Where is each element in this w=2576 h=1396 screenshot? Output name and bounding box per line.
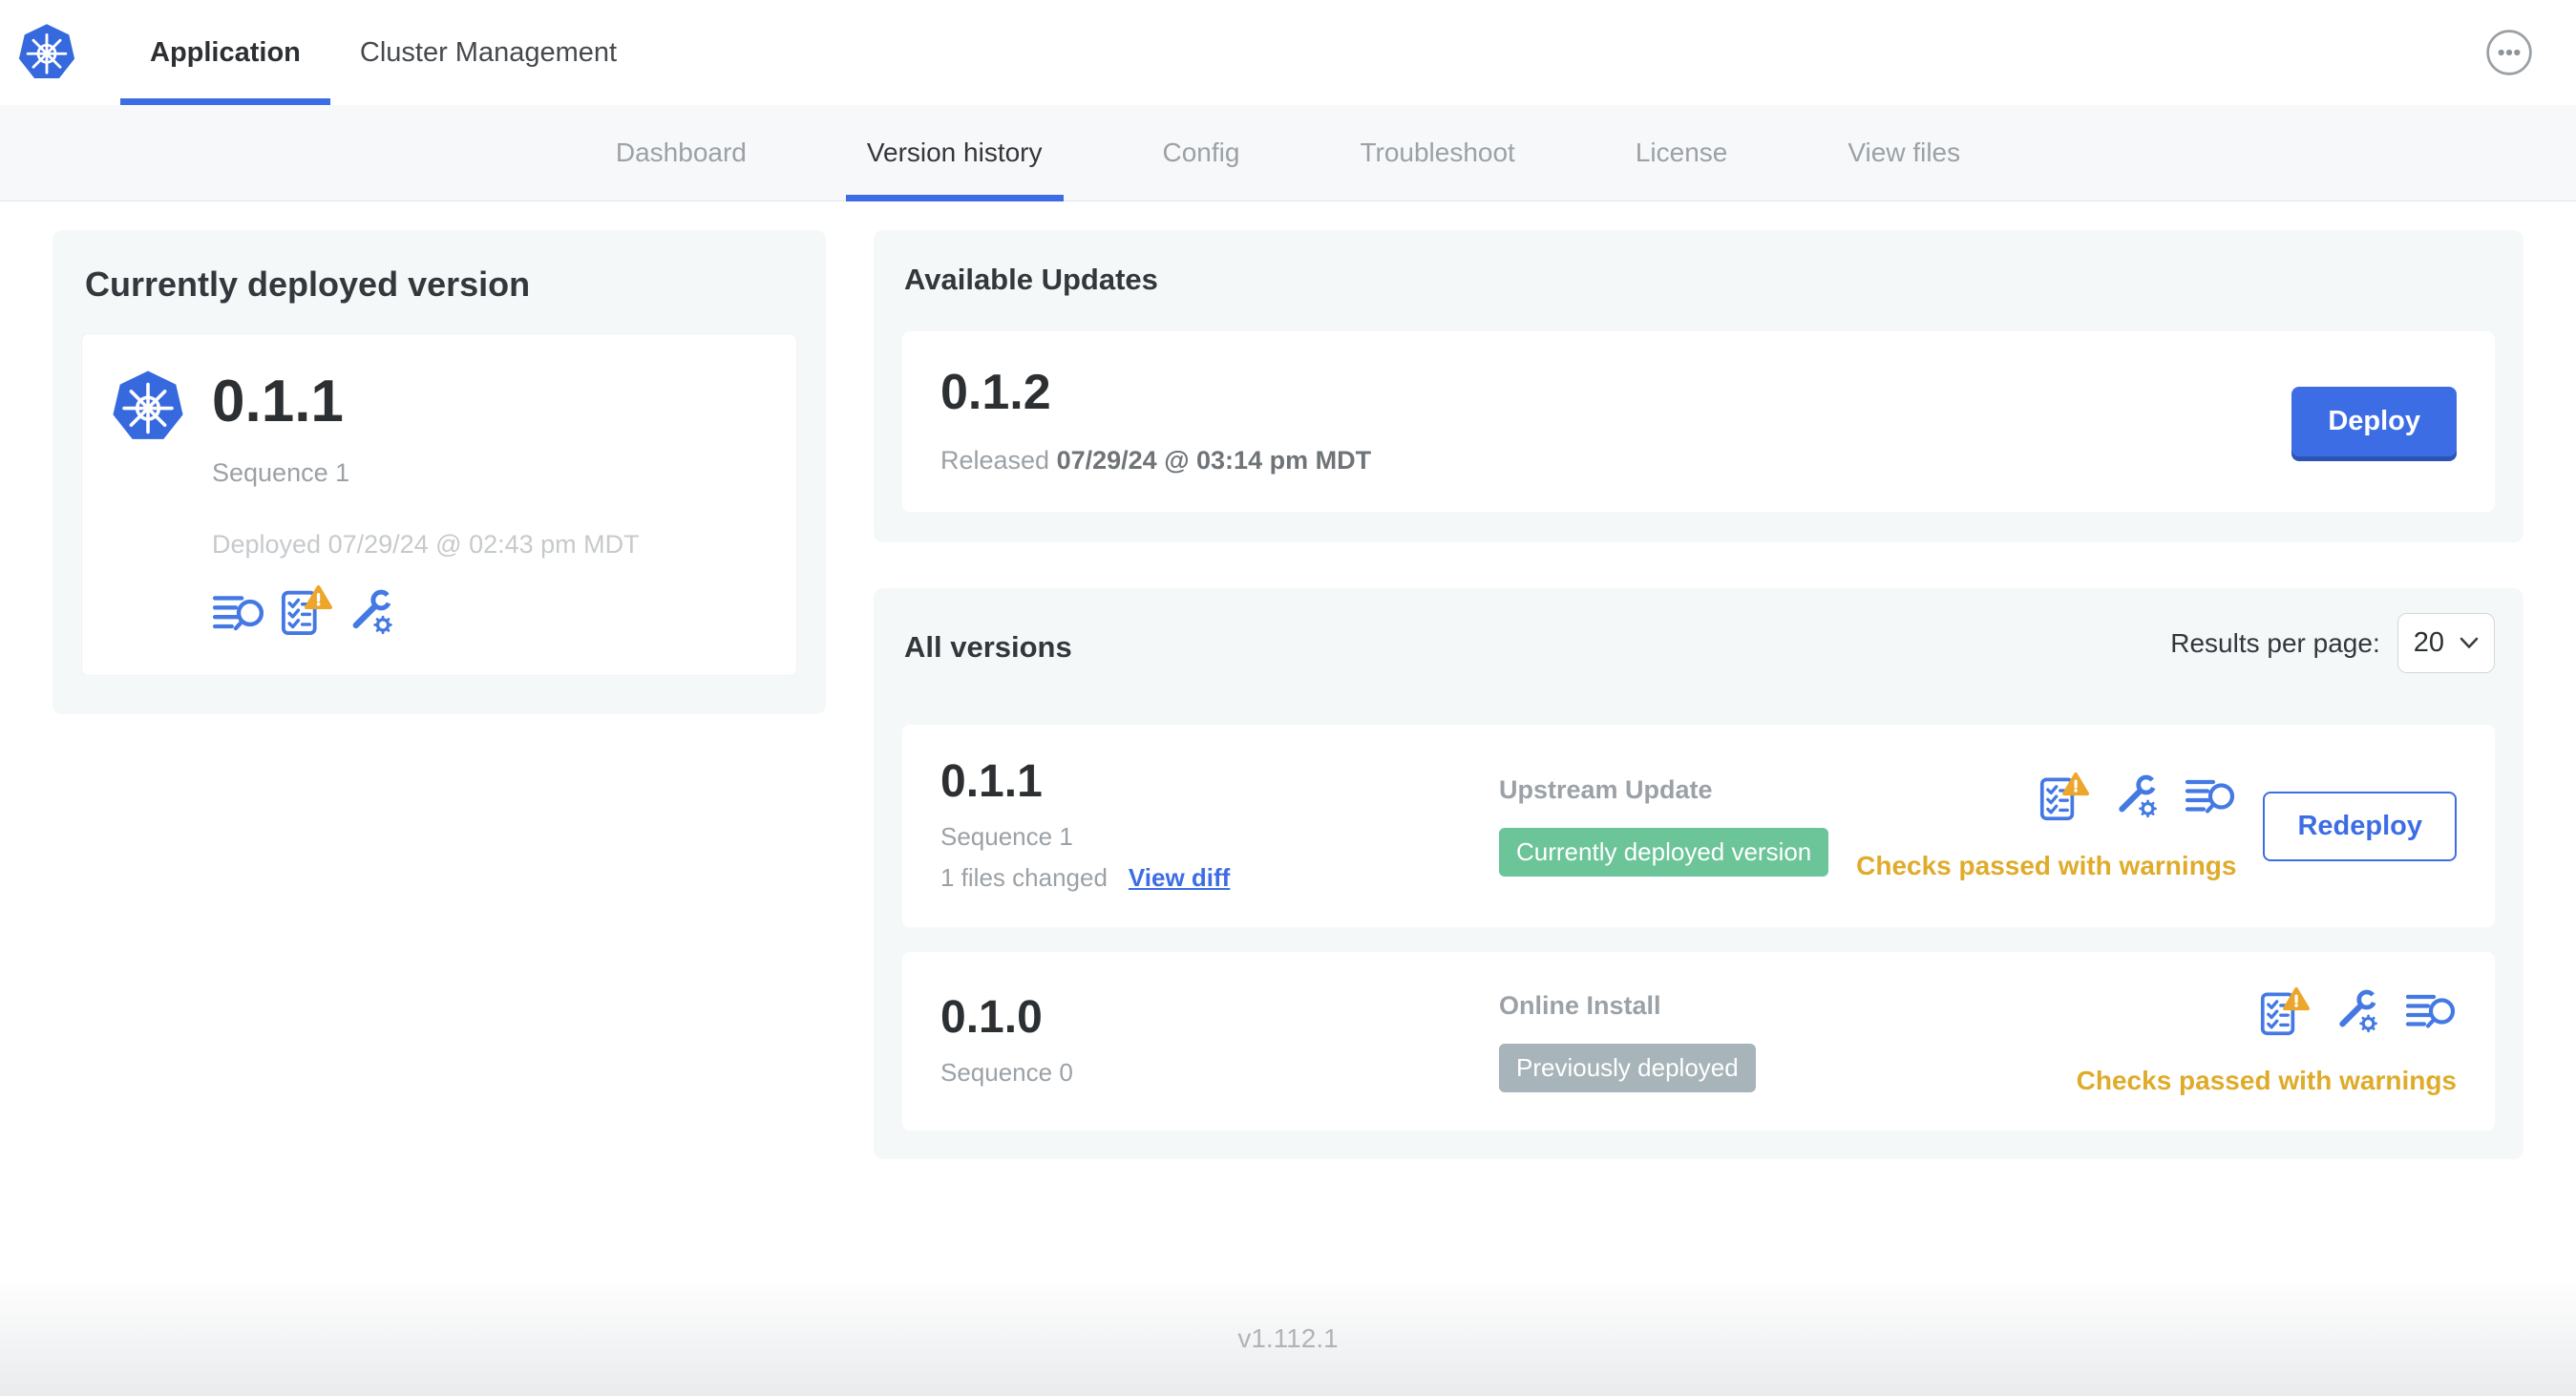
top-bar: Application Cluster Management	[0, 0, 2576, 105]
deploy-button[interactable]: Deploy	[2291, 387, 2457, 456]
version-row: 0.1.1 Sequence 1 1 files changed View di…	[902, 725, 2495, 927]
subnav-dashboard[interactable]: Dashboard	[556, 105, 807, 201]
results-per-page-label: Results per page:	[2170, 627, 2380, 658]
diff-logs-icon[interactable]	[2185, 774, 2236, 823]
currently-deployed-card: Currently deployed version 0.1.1 Sequenc…	[53, 230, 826, 714]
tab-application[interactable]: Application	[120, 0, 330, 105]
top-tab-bar: Application Cluster Management	[120, 0, 646, 105]
kubernetes-logo-icon	[17, 22, 76, 83]
chevron-down-icon	[2460, 637, 2479, 648]
subnav-view-files-label: View files	[1848, 137, 1961, 167]
available-updates-title: Available Updates	[904, 263, 1158, 296]
all-versions-card: All versions Results per page: 20 0.1.1 …	[874, 588, 2523, 1159]
deployment-status-badge: Previously deployed	[1499, 1043, 1756, 1092]
currently-deployed-title: Currently deployed version	[85, 264, 531, 304]
row-source-label: Upstream Update	[1499, 775, 1713, 804]
results-per-page-select[interactable]: 20	[2397, 613, 2495, 673]
ellipsis-menu-button[interactable]	[2484, 28, 2534, 77]
current-version-deployed-timestamp: Deployed 07/29/24 @ 02:43 pm MDT	[212, 530, 640, 559]
view-diff-link[interactable]: View diff	[1129, 863, 1230, 893]
config-icon[interactable]	[2114, 773, 2160, 824]
subnav-troubleshoot[interactable]: Troubleshoot	[1299, 105, 1574, 201]
currently-deployed-inner-card: 0.1.1 Sequence 1 Deployed 07/29/24 @ 02:…	[81, 333, 797, 676]
app-sub-nav: Dashboard Version history Config Trouble…	[0, 105, 2576, 201]
released-date: 07/29/24 @ 03:14 pm MDT	[1056, 446, 1372, 475]
tab-cluster-management-label: Cluster Management	[359, 36, 618, 68]
console-version: v1.112.1	[1237, 1323, 1339, 1353]
subnav-dashboard-label: Dashboard	[615, 137, 747, 167]
app-kubernetes-icon	[111, 369, 185, 445]
update-version-number: 0.1.2	[940, 365, 1051, 420]
subnav-version-history-label: Version history	[866, 137, 1043, 167]
all-versions-title: All versions	[904, 629, 1072, 664]
subnav-config[interactable]: Config	[1103, 105, 1300, 201]
redeploy-button[interactable]: Redeploy	[2263, 791, 2457, 861]
tab-application-label: Application	[150, 36, 301, 68]
preflight-checks-warning-icon[interactable]	[2260, 986, 2310, 1041]
subnav-license[interactable]: License	[1575, 105, 1788, 201]
right-column: Available Updates 0.1.2 Released 07/29/2…	[874, 230, 2523, 1159]
results-per-page-value: 20	[2413, 627, 2444, 658]
subnav-view-files[interactable]: View files	[1787, 105, 2020, 201]
config-icon[interactable]	[2334, 988, 2380, 1039]
subnav-license-label: License	[1635, 137, 1728, 167]
available-update-row: 0.1.2 Released 07/29/24 @ 03:14 pm MDT D…	[902, 331, 2495, 512]
preflight-checks-warning-icon[interactable]	[281, 584, 333, 641]
config-icon[interactable]	[348, 588, 395, 641]
tab-cluster-management[interactable]: Cluster Management	[330, 0, 646, 105]
subnav-version-history[interactable]: Version history	[807, 105, 1103, 201]
available-updates-card: Available Updates 0.1.2 Released 07/29/2…	[874, 230, 2523, 542]
main-content: Currently deployed version 0.1.1 Sequenc…	[0, 201, 2576, 1283]
footer: v1.112.1	[0, 1283, 2576, 1396]
current-version-number: 0.1.1	[212, 369, 344, 434]
row-version-number: 0.1.0	[940, 992, 1043, 1043]
subnav-config-label: Config	[1162, 137, 1240, 167]
deployment-status-badge: Currently deployed version	[1499, 828, 1829, 877]
released-label: Released	[940, 446, 1050, 475]
row-sequence: Sequence 0	[940, 1058, 1073, 1087]
update-released-line: Released 07/29/24 @ 03:14 pm MDT	[940, 446, 1371, 476]
preflight-checks-warning-icon[interactable]	[2039, 772, 2090, 826]
row-source-label: Online Install	[1499, 990, 1661, 1020]
row-sequence: Sequence 1	[940, 822, 1073, 851]
diff-logs-icon[interactable]	[2405, 989, 2457, 1038]
checks-status-text[interactable]: Checks passed with warnings	[1856, 851, 2236, 881]
current-version-sequence: Sequence 1	[212, 458, 350, 487]
version-row: 0.1.0 Sequence 0 Online Install Previous…	[902, 952, 2495, 1131]
row-version-number: 0.1.1	[940, 756, 1043, 807]
diff-logs-icon[interactable]	[212, 590, 265, 641]
checks-status-text[interactable]: Checks passed with warnings	[2077, 1066, 2457, 1096]
subnav-troubleshoot-label: Troubleshoot	[1360, 137, 1515, 167]
files-changed-label: 1 files changed	[940, 863, 1108, 892]
